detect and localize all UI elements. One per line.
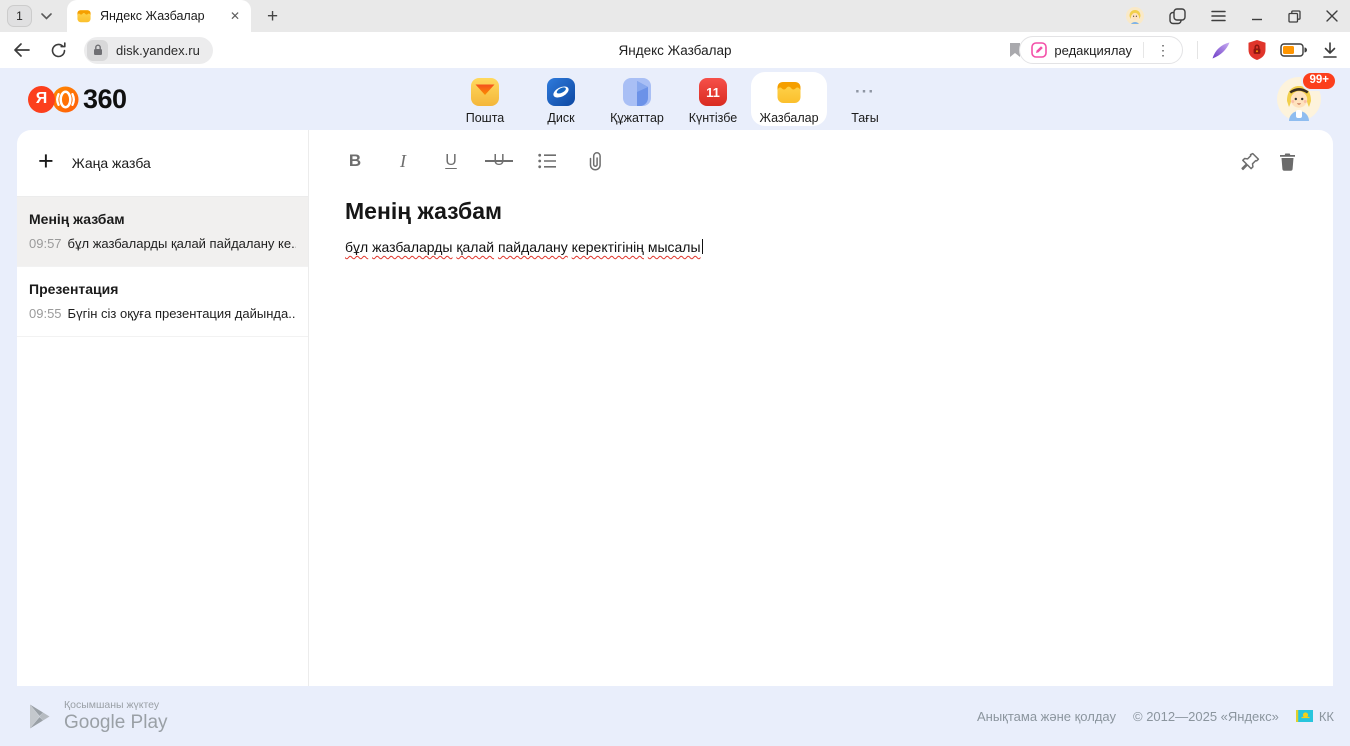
tab-counter[interactable]: 1: [7, 5, 32, 27]
notes-list: Менің жазбам 09:57 бұл жазбаларды қалай па…: [17, 197, 308, 337]
notes-sidebar: + Жаңа жазба Менің жазбам 09:57 бұл жазбал…: [17, 130, 309, 686]
new-note-label: Жаңа жазба: [72, 155, 151, 171]
notes-icon: [775, 78, 803, 106]
plus-icon: +: [38, 148, 54, 175]
note-item-time: 09:57: [29, 236, 62, 251]
note-title[interactable]: Менің жазбам: [345, 198, 1297, 225]
italic-icon[interactable]: I: [393, 150, 413, 172]
app-item[interactable]: Диск: [523, 72, 599, 126]
note-item-snippet: бұл жазбаларды қалай пайдалану ке...: [68, 236, 296, 251]
note-list-item[interactable]: Презентация 09:55 Бүгін сіз оқуға презента…: [17, 267, 308, 337]
app-item[interactable]: ··· Тағы: [827, 72, 903, 126]
close-window-icon[interactable]: [1326, 10, 1338, 22]
note-item-time: 09:55: [29, 306, 62, 321]
app-label: Құжаттар: [610, 111, 664, 125]
note-editor: B I U U Менің жаз: [309, 130, 1333, 686]
note-item-snippet: Бүгін сіз оқуға презентация дайында...: [68, 306, 296, 321]
language-switcher[interactable]: КК: [1296, 709, 1334, 724]
strikethrough-icon[interactable]: U: [489, 150, 509, 172]
language-code: КК: [1319, 709, 1334, 724]
kazakhstan-flag-icon: [1296, 710, 1313, 722]
note-body[interactable]: бұл жазбаларды қалай пайдалану керектігі…: [345, 238, 1297, 257]
note-list-item[interactable]: Менің жазбам 09:57 бұл жазбаларды қалай па…: [17, 197, 308, 267]
logo-360-text: 360: [83, 84, 127, 115]
attach-icon[interactable]: [585, 150, 605, 172]
google-play-icon: [28, 703, 53, 730]
bold-icon[interactable]: B: [345, 150, 365, 172]
new-note-button[interactable]: + Жаңа жазба: [17, 130, 308, 197]
notification-badge: 99+: [1301, 71, 1337, 91]
chevron-down-icon[interactable]: [41, 13, 52, 20]
yandex-logo-icon: Я: [28, 86, 55, 113]
notes-card: + Жаңа жазба Менің жазбам 09:57 бұл жазбал…: [17, 130, 1333, 686]
app-item[interactable]: Жазбалар: [751, 72, 827, 126]
trash-icon[interactable]: [1277, 150, 1297, 172]
yandex360-o-icon: [52, 86, 79, 113]
support-link[interactable]: Анықтама және қолдау: [977, 709, 1116, 724]
app-label: Диск: [547, 111, 574, 125]
text-caret: [702, 239, 704, 254]
tab-title: Яндекс Жазбалар: [100, 9, 220, 23]
notes-app-page: + Жаңа жазба Менің жазбам 09:57 бұл жазбал…: [0, 130, 1350, 686]
note-item-title: Презентация: [29, 281, 296, 297]
app-label: Күнтізбе: [689, 111, 738, 125]
note-item-title: Менің жазбам: [29, 211, 296, 227]
editor-toolbar: B I U U: [345, 130, 1297, 192]
app-item[interactable]: Пошта: [447, 72, 523, 126]
url-text: disk.yandex.ru: [116, 43, 200, 58]
page-footer: Қосымшаны жүктеу Google Play Анықтама жә…: [0, 686, 1350, 746]
lock-icon[interactable]: [87, 40, 108, 61]
browser-nav-bar: disk.yandex.ru Яндекс Жазбалар редакциял…: [0, 32, 1350, 68]
app-launcher: Пошта Диск Құжаттар 11 Күнтізбе Жазбалар ··· Та…: [447, 68, 903, 126]
notes-favicon-icon: [76, 8, 92, 24]
google-play-label: Google Play: [64, 712, 168, 734]
tab-groups-icon[interactable]: [1169, 8, 1186, 25]
yandex360-logo[interactable]: Я 360: [28, 84, 127, 115]
more-icon: ···: [851, 78, 879, 106]
bullet-list-icon[interactable]: [537, 150, 557, 172]
minimize-icon[interactable]: [1251, 10, 1263, 22]
disk-icon: [547, 78, 575, 106]
browser-tab[interactable]: Яндекс Жазбалар ✕: [67, 0, 251, 32]
new-tab-button[interactable]: +: [267, 7, 278, 26]
calendar-icon: 11: [699, 78, 727, 106]
app-item[interactable]: 11 Күнтізбе: [675, 72, 751, 126]
app-label: Тағы: [851, 111, 879, 125]
yandex360-header: Я 360 Пошта Диск Құжаттар 11 Күнтізбе Жазбала…: [0, 68, 1350, 130]
mail-icon: [471, 78, 499, 106]
google-play-link[interactable]: Қосымшаны жүктеу Google Play: [28, 699, 168, 734]
google-play-caption: Қосымшаны жүктеу: [64, 699, 168, 711]
browser-tab-strip: 1 Яндекс Жазбалар ✕ +: [0, 0, 1350, 32]
app-label: Жазбалар: [759, 111, 818, 125]
browser-profile-avatar[interactable]: [1126, 7, 1144, 25]
menu-icon[interactable]: [1211, 10, 1226, 22]
underline-icon[interactable]: U: [441, 150, 461, 172]
docs-icon: [623, 78, 651, 106]
app-label: Пошта: [466, 111, 505, 125]
app-item[interactable]: Құжаттар: [599, 72, 675, 126]
address-bar[interactable]: disk.yandex.ru: [84, 37, 213, 64]
maximize-icon[interactable]: [1288, 10, 1301, 23]
pin-icon[interactable]: [1240, 150, 1260, 172]
tab-close-icon[interactable]: ✕: [228, 9, 242, 23]
copyright-text: © 2012—2025 «Яндекс»: [1133, 709, 1279, 724]
